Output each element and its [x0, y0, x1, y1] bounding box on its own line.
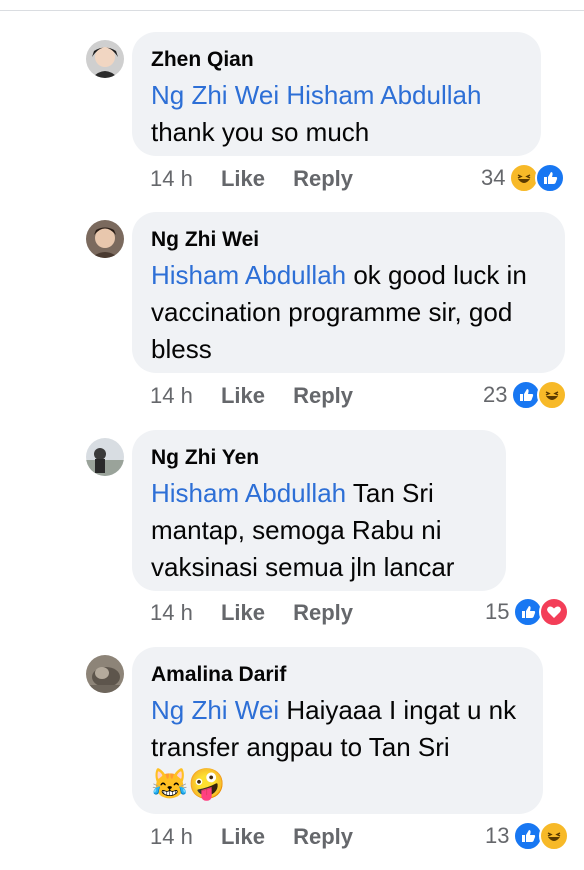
mention-link[interactable]: Hisham Abdullah [151, 260, 346, 290]
like-button[interactable]: Like [221, 824, 265, 849]
comment-bubble: Zhen Qian Ng Zhi Wei Hisham Abdullah tha… [132, 32, 541, 156]
comment-time[interactable]: 14 h [150, 383, 193, 408]
comment-actions: 14 h Like Reply [150, 383, 375, 409]
avatar[interactable] [86, 655, 124, 693]
emoji-sequence: 😹🤪 [151, 768, 226, 801]
comment-bubble: Ng Zhi Wei Hisham Abdullah ok good luck … [132, 212, 565, 373]
comment-actions: 14 h Like Reply [150, 166, 375, 192]
comment-author[interactable]: Ng Zhi Yen [151, 445, 488, 471]
avatar[interactable] [86, 220, 124, 258]
comment-actions: 14 h Like Reply [150, 600, 375, 626]
comment-author[interactable]: Amalina Darif [151, 662, 525, 688]
comment-bubble: Amalina Darif Ng Zhi Wei Haiyaaa I ingat… [132, 647, 543, 814]
reaction-summary[interactable]: 34 [481, 163, 566, 193]
like-button[interactable]: Like [221, 600, 265, 625]
avatar[interactable] [86, 40, 124, 78]
comment-author[interactable]: Zhen Qian [151, 47, 523, 73]
reaction-summary[interactable]: 23 [483, 380, 568, 410]
reaction-count: 15 [485, 599, 510, 624]
comment-time[interactable]: 14 h [150, 166, 193, 191]
reaction-summary[interactable]: 15 [485, 597, 570, 627]
comment-text: Hisham Abdullah ok good luck in vaccinat… [151, 257, 547, 368]
comment-time[interactable]: 14 h [150, 600, 193, 625]
comment-body: thank you so much [151, 117, 370, 147]
reaction-count: 23 [483, 382, 508, 407]
reply-button[interactable]: Reply [293, 600, 353, 625]
love-icon [539, 597, 570, 627]
mention-link[interactable]: Hisham Abdullah [151, 478, 346, 508]
comment-text: Ng Zhi Wei Hisham Abdullah thank you so … [151, 77, 523, 151]
comment-author[interactable]: Ng Zhi Wei [151, 227, 547, 253]
reply-button[interactable]: Reply [293, 824, 353, 849]
reaction-summary[interactable]: 13 [485, 821, 570, 851]
like-button[interactable]: Like [221, 383, 265, 408]
reply-button[interactable]: Reply [293, 383, 353, 408]
like-button[interactable]: Like [221, 166, 265, 191]
mention-link[interactable]: Ng Zhi Wei [151, 695, 279, 725]
comment-time[interactable]: 14 h [150, 824, 193, 849]
top-divider [0, 0, 584, 11]
like-icon [535, 163, 566, 193]
avatar[interactable] [86, 438, 124, 476]
haha-icon [537, 380, 568, 410]
reaction-count: 13 [485, 823, 510, 848]
mention-link[interactable]: Ng Zhi Wei Hisham Abdullah [151, 80, 481, 110]
reply-button[interactable]: Reply [293, 166, 353, 191]
comment-text: Ng Zhi Wei Haiyaaa I ingat u nk transfer… [151, 692, 525, 804]
comment-actions: 14 h Like Reply [150, 824, 375, 850]
haha-icon [539, 821, 570, 851]
comment-bubble: Ng Zhi Yen Hisham Abdullah Tan Sri manta… [132, 430, 506, 591]
reaction-count: 34 [481, 165, 506, 190]
comment-text: Hisham Abdullah Tan Sri mantap, semoga R… [151, 475, 488, 586]
